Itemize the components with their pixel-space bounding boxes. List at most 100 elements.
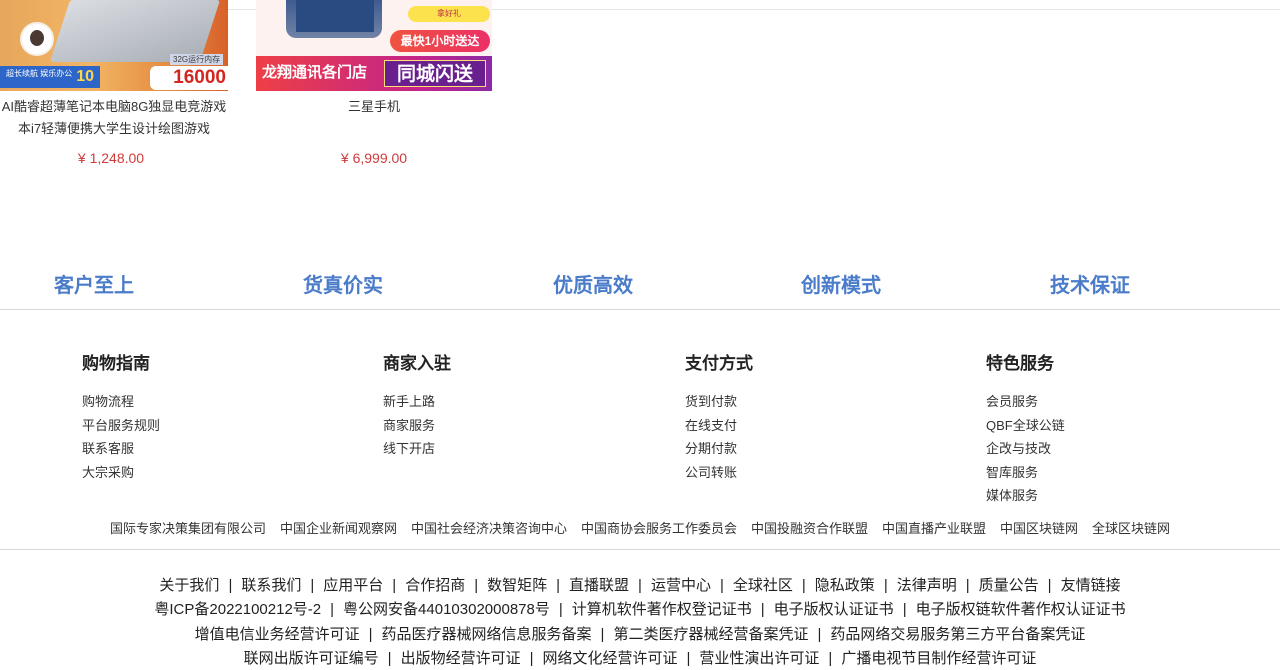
footer-link[interactable]: 会员服务 [986,390,1065,414]
footer-link[interactable]: 分期付款 [685,437,753,461]
footer-link[interactable]: 在线支付 [685,414,753,438]
footer-column-merchant: 商家入驻 新手上路 商家服务 线下开店 [383,352,451,461]
footer-link[interactable]: 线下开店 [383,437,451,461]
link-separator: | [310,577,315,594]
bottom-link[interactable]: 法律声明 [897,577,957,594]
link-separator: | [686,650,691,667]
friend-link[interactable]: 中国商协会服务工作委员会 [581,519,737,539]
footer-link[interactable]: 媒体服务 [986,484,1065,508]
laptop-graphic [49,0,221,62]
product-price: ¥ 1,248.00 [77,150,145,166]
bottom-link[interactable]: 计算机软件著作权登记证书 [572,601,752,618]
link-separator: | [760,601,765,618]
bottom-links-permits: 增值电信业务经营许可证 | 药品医疗器械网络信息服务备案 | 第二类医疗器械经营备案凭证… [0,624,1280,646]
link-separator: | [387,650,392,667]
value-tech-guarantee: 技术保证 [1050,275,1130,297]
product-price: ¥ 6,999.00 [340,150,408,166]
bottom-link[interactable]: 应用平台 [323,577,383,594]
phone-graphic [286,0,382,38]
bottom-link[interactable]: 药品医疗器械网络信息服务备案 [382,626,592,643]
friend-link[interactable]: 中国区块链网 [1000,519,1078,539]
value-innovation: 创新模式 [801,275,881,297]
battery-badge-caption: 超长续航 娱乐办公 [6,69,73,78]
link-separator: | [801,577,806,594]
footer-column-shopping-guide: 购物指南 购物流程 平台服务规则 联系客服 大宗采购 [82,352,160,484]
footer-link[interactable]: 购物流程 [82,390,160,414]
footer-link[interactable]: 大宗采购 [82,461,160,485]
value-customer-first: 客户至上 [54,275,134,297]
page-scrollbar[interactable] [1268,10,1280,659]
footer-column-title: 购物指南 [82,354,150,373]
footer-link[interactable]: 商家服务 [383,414,451,438]
link-separator: | [719,577,724,594]
bottom-link[interactable]: 粤ICP备2022100212号-2 [154,601,321,618]
footer-column-payment: 支付方式 货到付款 在线支付 分期付款 公司转账 [685,352,753,484]
city-express-label: 同城闪送 [384,60,486,87]
footer-link[interactable]: 新手上路 [383,390,451,414]
link-separator: | [368,626,373,643]
bottom-link[interactable]: 关于我们 [159,577,219,594]
footer-link[interactable]: 联系客服 [82,437,160,461]
friend-links-row: 国际专家决策集团有限公司 中国企业新闻观察网 中国社会经济决策咨询中心 中国商协会服务… [0,519,1280,550]
footer-link[interactable]: QBF全球公链 [986,414,1065,438]
bottom-link[interactable]: 第二类医疗器械经营备案凭证 [613,626,808,643]
footer-column-title: 支付方式 [685,354,753,373]
bottom-link[interactable]: 合作招商 [405,577,465,594]
bottom-link[interactable]: 电子版权认证证书 [774,601,894,618]
footer-link[interactable]: 货到付款 [685,390,753,414]
friend-link[interactable]: 中国直播产业联盟 [882,519,986,539]
bottom-link[interactable]: 联系我们 [241,577,301,594]
friend-link[interactable]: 中国投融资合作联盟 [751,519,868,539]
footer-column-title: 商家入驻 [383,354,451,373]
link-separator: | [965,577,970,594]
bottom-link[interactable]: 电子版权链软件著作权认证证书 [916,601,1126,618]
bottom-link[interactable]: 全球社区 [733,577,793,594]
store-name-label: 龙翔通讯各门店 [262,64,368,81]
link-separator: | [228,577,233,594]
link-separator: | [883,577,888,594]
link-separator: | [638,577,642,594]
bottom-link[interactable]: 数智矩阵 [487,577,547,594]
bottom-link[interactable]: 运营中心 [651,577,711,594]
bottom-links-licenses: 粤ICP备2022100212号-2 | 粤公网安备44010302000878号 |… [0,599,1280,621]
footer-link[interactable]: 智库服务 [986,461,1065,485]
product-title[interactable]: 三星手机 [256,96,492,118]
link-separator: | [828,650,833,667]
product-title-line: 本i7轻薄便携大学生设计绘图游戏 [17,121,211,136]
bottom-links-publishing: 联网出版许可证编号 | 出版物经营许可证 | 网络文化经营许可证 | 营业性演出许可证 | 广播… [0,648,1280,670]
product-title[interactable]: AI酷睿超薄笔记本电脑8G独显电竞游戏 本i7轻薄便携大学生设计绘图游戏 [0,96,234,140]
footer-column-special-services: 特色服务 会员服务 QBF全球公链 企改与技改 智库服务 媒体服务 [986,352,1065,508]
product-image-laptop[interactable]: 超长续航 娱乐办公 10 32G运行内存 16000 [0,0,228,91]
bottom-link[interactable]: 粤公网安备44010302000878号 [343,601,550,618]
link-separator: | [600,626,605,643]
bottom-link[interactable]: 友情链接 [1061,577,1121,594]
footer-link[interactable]: 企改与技改 [986,437,1065,461]
link-separator: | [556,577,561,594]
footer-link[interactable]: 平台服务规则 [82,414,160,438]
friend-link[interactable]: 国际专家决策集团有限公司 [110,519,266,539]
friend-link[interactable]: 中国企业新闻观察网 [280,519,397,539]
friend-link[interactable]: 中国社会经济决策咨询中心 [411,519,567,539]
bottom-link[interactable]: 直播联盟 [569,577,629,594]
bottom-link[interactable]: 质量公告 [979,577,1039,594]
footer-link[interactable]: 公司转账 [685,461,753,485]
battery-badge-number: 10 [76,68,94,85]
product-image-phone[interactable]: 拿好礼 最快1小时送达 龙翔通讯各门店 同城闪送 [256,0,492,91]
link-separator: | [392,577,397,594]
memory-spec-label: 32G运行内存 [170,54,224,65]
bottom-link[interactable]: 增值电信业务经营许可证 [195,626,360,643]
battery-badge: 超长续航 娱乐办公 10 [0,66,100,88]
fast-delivery-badge: 最快1小时送达 [390,30,490,52]
link-separator: | [817,626,822,643]
bottom-link[interactable]: 隐私政策 [815,577,875,594]
link-separator: | [1047,577,1052,594]
friend-link[interactable]: 全球区块链网 [1092,519,1170,539]
link-separator: | [558,601,563,618]
bottom-links-about: 关于我们 | 联系我们 | 应用平台 | 合作招商 | 数智矩阵 | 直播联盟 | 运营中心 | 全球社区 |… [0,575,1280,597]
link-separator: | [902,601,907,618]
value-genuine-goods: 货真价实 [303,275,383,297]
bottom-link[interactable]: 药品网络交易服务第三方平台备案凭证 [830,626,1085,643]
link-separator: | [330,601,335,618]
link-separator: | [529,650,534,667]
values-bar: 客户至上 货真价实 优质高效 创新模式 技术保证 [0,266,1280,310]
